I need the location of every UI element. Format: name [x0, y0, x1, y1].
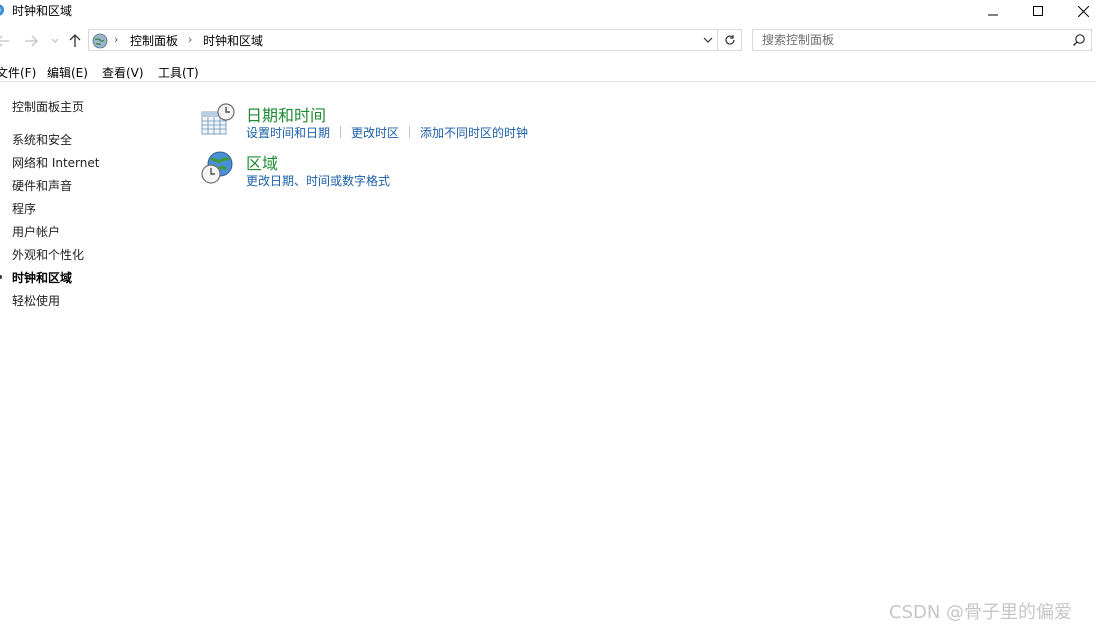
- link-add-clocks[interactable]: 添加不同时区的时钟: [420, 126, 528, 140]
- sidebar-item-programs[interactable]: 程序: [12, 200, 36, 217]
- sidebar-item-user-accounts[interactable]: 用户帐户: [12, 223, 60, 240]
- close-icon: [1077, 5, 1089, 17]
- chevron-down-icon[interactable]: [702, 34, 714, 46]
- menu-tools[interactable]: 工具(T): [158, 64, 199, 81]
- breadcrumb-separator-icon: ›: [188, 33, 193, 46]
- link-change-formats[interactable]: 更改日期、时间或数字格式: [246, 174, 390, 188]
- sidebar-item-system-security[interactable]: 系统和安全: [12, 131, 72, 148]
- back-button[interactable]: [0, 31, 12, 51]
- menu-edit[interactable]: 编辑(E): [47, 64, 88, 81]
- category-title-region[interactable]: 区域: [246, 150, 278, 174]
- chevron-down-icon: [51, 38, 59, 43]
- maximize-button[interactable]: [1015, 0, 1061, 22]
- sidebar-item-hardware-sound[interactable]: 硬件和声音: [12, 177, 72, 194]
- minimize-icon: [988, 14, 998, 16]
- close-button[interactable]: [1060, 0, 1096, 22]
- arrow-up-icon: [69, 34, 81, 47]
- arrow-left-icon: [0, 35, 9, 47]
- title-bar: 时钟和区域: [0, 0, 1096, 22]
- menu-file[interactable]: 文件(F): [0, 64, 36, 81]
- sidebar-item-clock-region[interactable]: 时钟和区域: [12, 269, 72, 286]
- up-button[interactable]: [66, 31, 84, 51]
- sidebar-item-ease-of-access[interactable]: 轻松使用: [12, 292, 60, 309]
- recent-locations-button[interactable]: [46, 31, 64, 51]
- category-title-date-time[interactable]: 日期和时间: [246, 102, 326, 126]
- sidebar-item-network[interactable]: 网络和 Internet: [12, 154, 99, 171]
- link-divider: [409, 126, 411, 138]
- search-icon[interactable]: [1072, 33, 1086, 47]
- refresh-icon: [724, 35, 735, 45]
- breadcrumb-clock-region[interactable]: 时钟和区域: [203, 32, 263, 49]
- arrow-right-icon: [25, 35, 38, 47]
- calendar-clock-icon[interactable]: [200, 102, 236, 138]
- globe-icon: [92, 33, 108, 49]
- address-bar[interactable]: › 控制面板 › 时钟和区域: [88, 29, 718, 51]
- breadcrumb-separator-icon: ›: [114, 33, 119, 46]
- maximize-icon: [1033, 6, 1043, 16]
- category-links-region: 更改日期、时间或数字格式: [246, 172, 390, 189]
- link-change-timezone[interactable]: 更改时区: [351, 126, 399, 140]
- active-indicator-icon: [0, 275, 2, 279]
- globe-clock-icon[interactable]: [200, 150, 236, 186]
- category-links-date-time: 设置时间和日期 更改时区 添加不同时区的时钟: [246, 124, 528, 141]
- link-divider: [340, 126, 342, 138]
- sidebar-item-appearance[interactable]: 外观和个性化: [12, 246, 84, 263]
- menu-view[interactable]: 查看(V): [102, 64, 144, 81]
- refresh-button[interactable]: [718, 29, 742, 51]
- search-input[interactable]: [752, 29, 1092, 51]
- sidebar-item-home[interactable]: 控制面板主页: [12, 98, 84, 115]
- menu-bar: 文件(F) 编辑(E) 查看(V) 工具(T): [0, 61, 1096, 82]
- breadcrumb-control-panel[interactable]: 控制面板: [130, 32, 178, 49]
- window-title: 时钟和区域: [12, 4, 73, 18]
- watermark: CSDN @骨子里的偏爱: [889, 602, 1073, 623]
- control-panel-icon: [0, 4, 4, 16]
- forward-button[interactable]: [22, 31, 40, 51]
- navigation-bar: › 控制面板 › 时钟和区域: [0, 29, 1096, 53]
- link-set-time-date[interactable]: 设置时间和日期: [246, 126, 330, 140]
- minimize-button[interactable]: [970, 0, 1016, 22]
